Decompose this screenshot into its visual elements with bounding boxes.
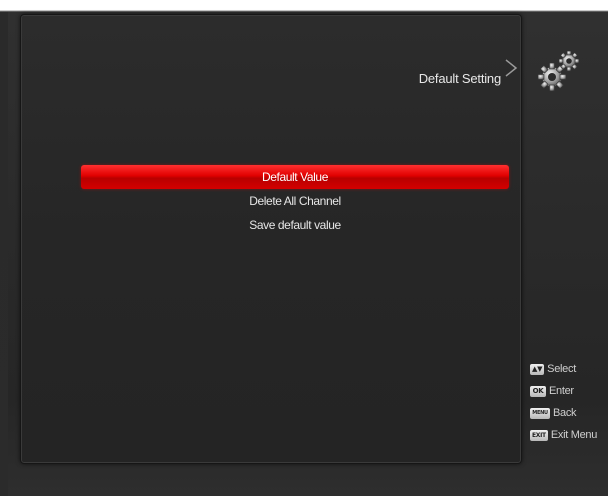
menu-item-delete-all-channel[interactable]: Delete All Channel xyxy=(81,189,509,213)
help-row-back: MENU Back xyxy=(530,402,608,424)
help-row-select: ▲▼ Select xyxy=(530,358,608,380)
help-label-back: Back xyxy=(553,407,577,419)
menu-item-default-value[interactable]: Default Value xyxy=(81,165,509,189)
settings-menu: Default Value Delete All Channel Save de… xyxy=(81,165,509,237)
help-label-exit: Exit Menu xyxy=(550,429,598,441)
help-row-enter: OK Enter xyxy=(530,380,608,402)
ok-key-icon: OK xyxy=(530,385,546,397)
exit-key-icon: EXIT xyxy=(530,429,548,441)
page-title: Default Setting xyxy=(418,71,501,86)
help-row-exit: EXIT Exit Menu xyxy=(530,424,608,446)
key-help: ▲▼ Select OK Enter MENU Back EXIT Exit M… xyxy=(530,358,608,446)
help-label-select: Select xyxy=(547,363,576,375)
chevron-right-icon xyxy=(505,59,518,77)
menu-item-save-default-value[interactable]: Save default value xyxy=(81,213,509,237)
main-panel: Default Setting Default Value Delete All… xyxy=(20,14,522,464)
up-down-key-icon: ▲▼ xyxy=(530,363,545,375)
screen: Default Setting Default Value Delete All… xyxy=(0,0,608,496)
gear-icon xyxy=(537,50,580,92)
help-label-enter: Enter xyxy=(549,385,574,397)
menu-key-icon: MENU xyxy=(530,407,550,419)
